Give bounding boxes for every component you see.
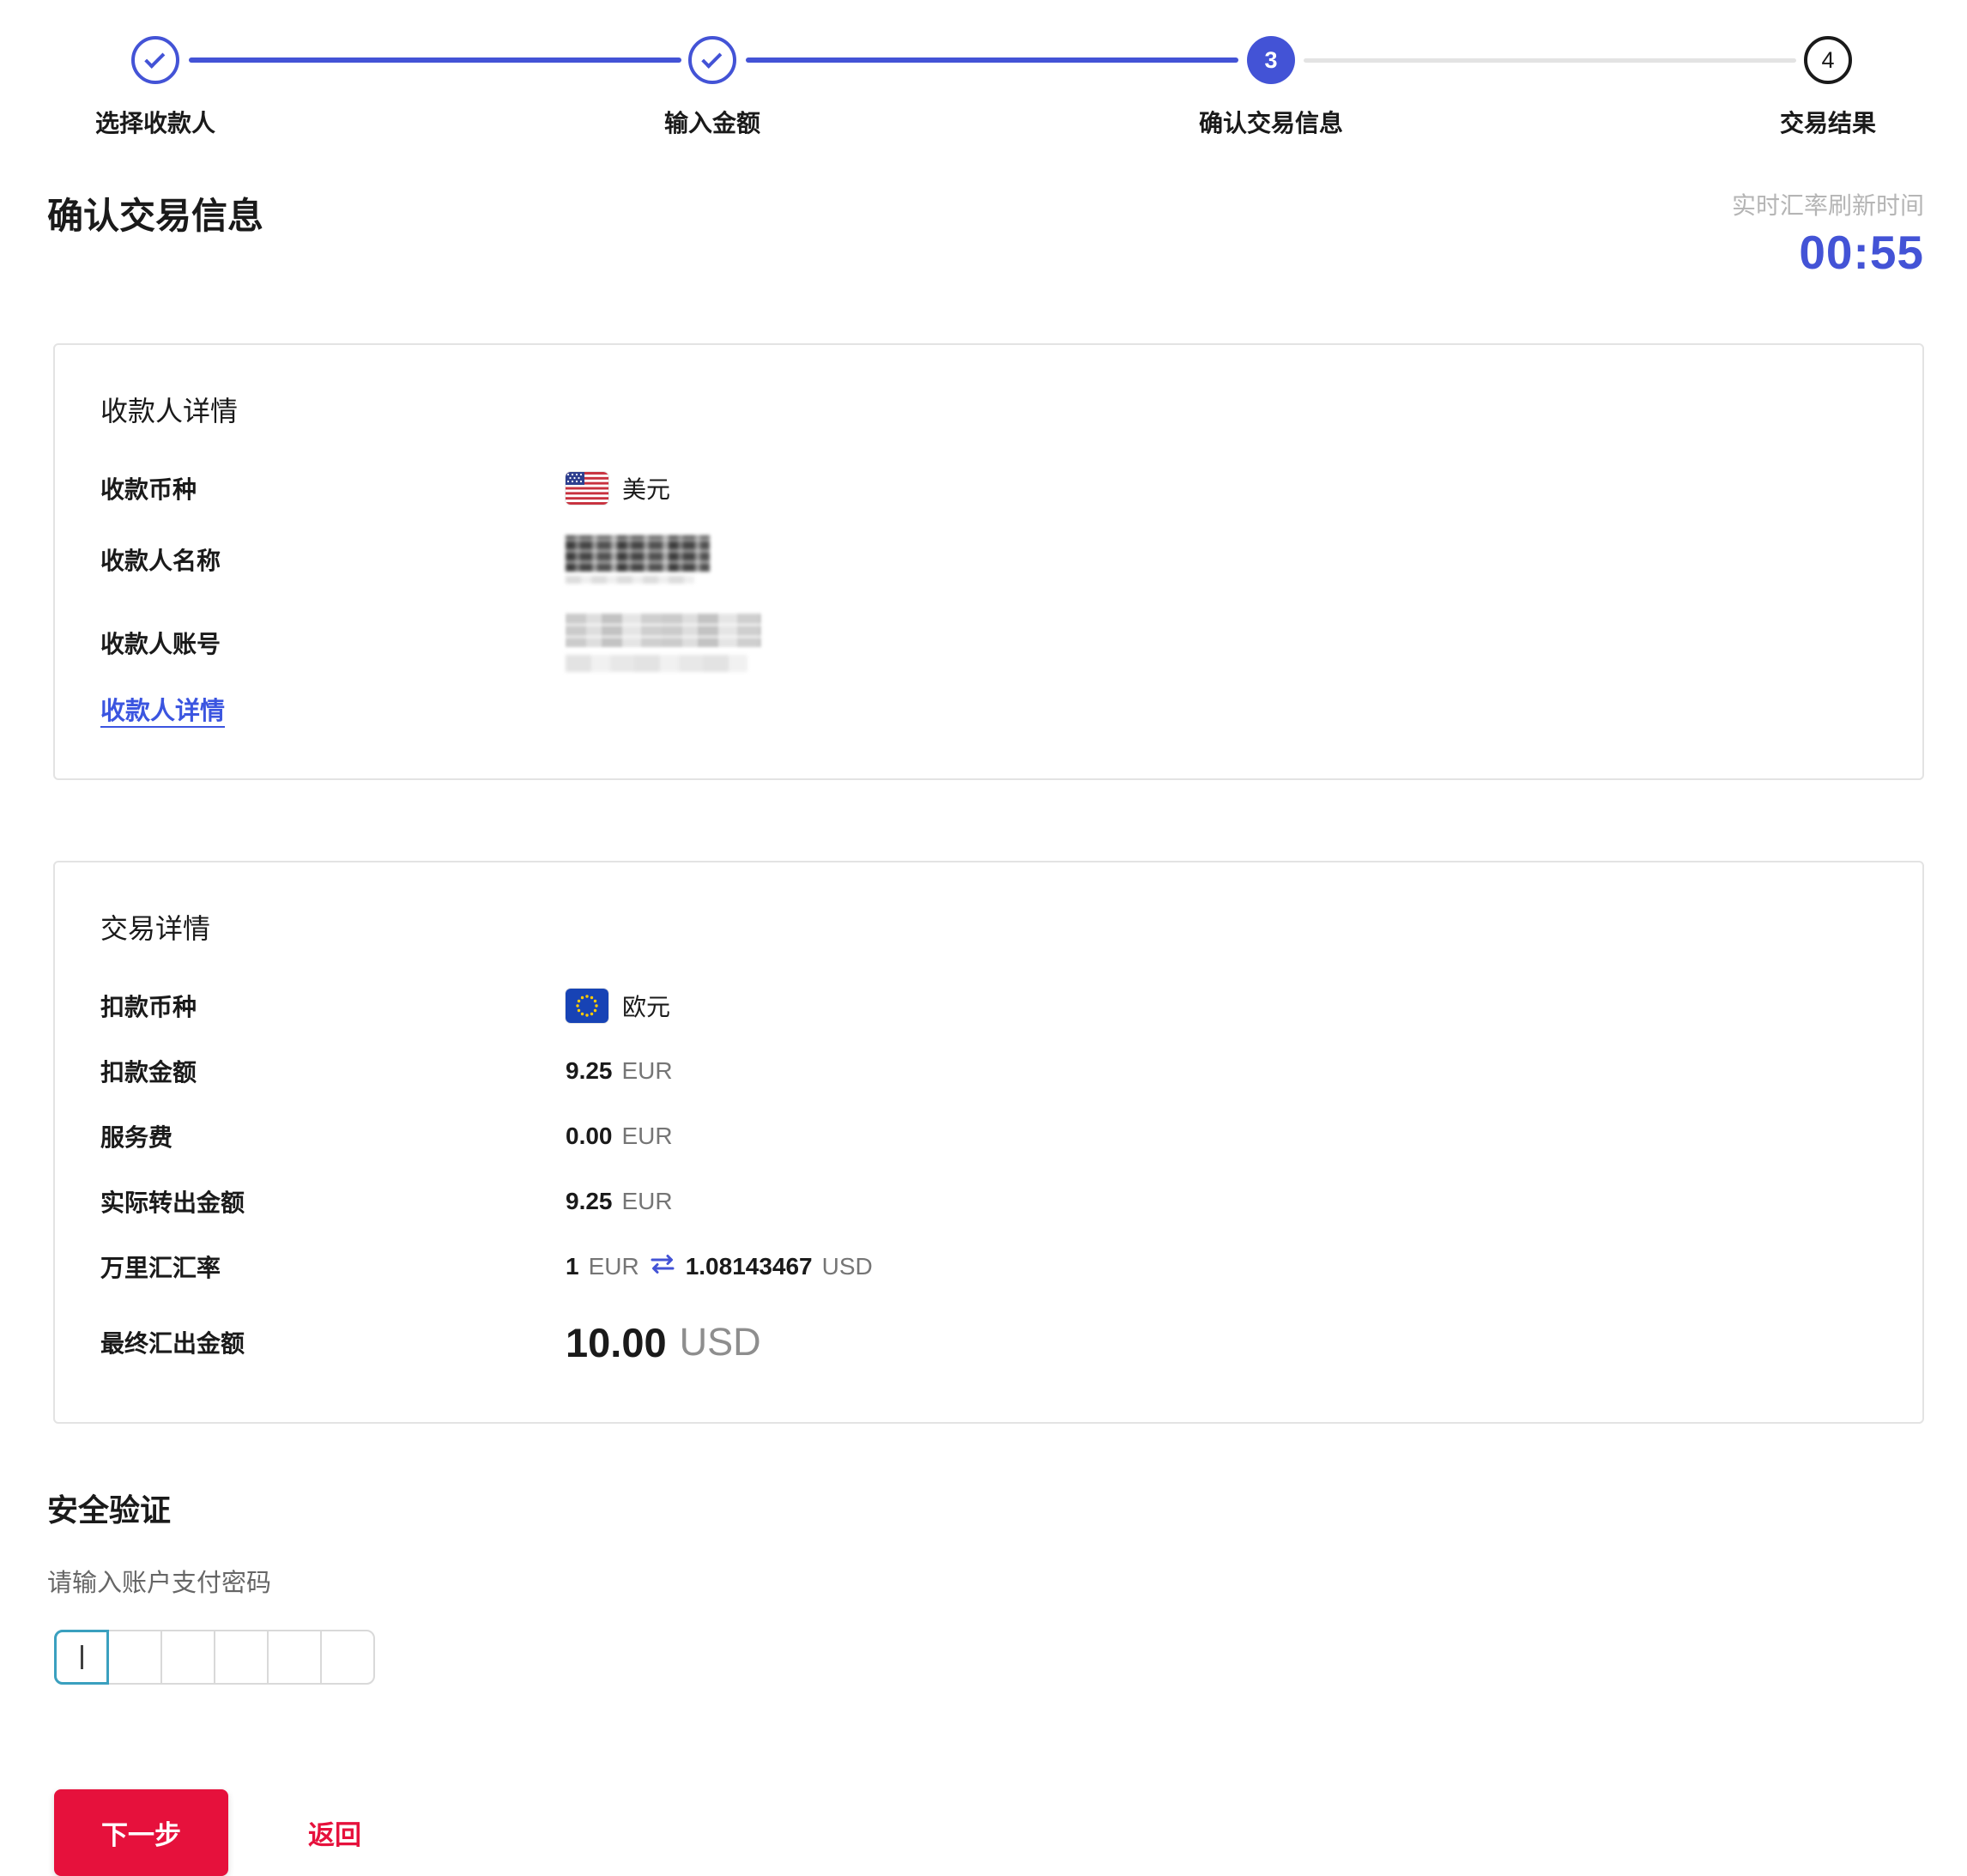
row-actual-transfer-amount: 实际转出金额 9.25 EUR: [100, 1183, 1877, 1219]
security-section-title: 安全验证: [47, 1486, 1967, 1530]
final-amount: 10.00: [566, 1319, 667, 1366]
deduct-amount: 9.25: [566, 1057, 613, 1085]
step-label: 确认交易信息: [1199, 105, 1343, 139]
rate-to-amount: 1.08143467: [686, 1253, 813, 1280]
row-payee-account: 收款人账号: [100, 613, 1877, 672]
card-title: 收款人详情: [100, 390, 1877, 429]
payment-password-input: [54, 1630, 375, 1685]
final-amount-currency: USD: [680, 1320, 761, 1365]
rate-from-amount: 1: [566, 1253, 579, 1280]
payee-name-redacted-sub: [566, 576, 694, 584]
row-label: 最终汇出金额: [100, 1325, 566, 1359]
back-button[interactable]: 返回: [308, 1813, 361, 1852]
payee-details-card: 收款人详情 收款币种: [53, 343, 1924, 780]
action-bar: 下一步 返回: [54, 1789, 1967, 1876]
row-label: 实际转出金额: [100, 1184, 566, 1219]
step-enter-amount: 输入金额: [541, 36, 884, 139]
step-result: 4 交易结果: [1656, 36, 1967, 139]
page-header: 确认交易信息 实时汇率刷新时间 00:55: [0, 144, 1967, 280]
pin-digit-4[interactable]: [215, 1631, 269, 1683]
row-receive-currency: 收款币种: [100, 470, 1877, 506]
deduct-currency-value: 欧元: [622, 989, 670, 1023]
step-label: 输入金额: [664, 105, 760, 139]
eu-flag-icon: [566, 989, 608, 1023]
row-payee-name: 收款人名称: [100, 536, 1877, 584]
step-pending-circle: 4: [1804, 36, 1852, 84]
timer-label: 实时汇率刷新时间: [1732, 187, 1924, 221]
step-select-payee: 选择收款人: [0, 36, 327, 139]
payee-account-redacted: [566, 613, 761, 647]
next-step-button[interactable]: 下一步: [54, 1789, 228, 1876]
row-label: 扣款金额: [100, 1054, 566, 1088]
service-fee-currency: EUR: [622, 1123, 673, 1150]
pin-digit-2[interactable]: [109, 1631, 162, 1683]
payee-account-redacted-sub: [566, 655, 747, 672]
actual-transfer-currency: EUR: [622, 1188, 673, 1215]
payment-password-hint: 请输入账户支付密码: [47, 1563, 1967, 1599]
transfer-confirmation-page: 选择收款人 输入金额 3 确认交易信息 4 交易结果 确认交易信息 实时汇率刷新…: [0, 0, 1967, 1814]
step-done-circle: [688, 36, 736, 84]
deduct-amount-currency: EUR: [622, 1057, 673, 1085]
rate-refresh-timer: 实时汇率刷新时间 00:55: [1732, 187, 1924, 280]
receive-currency-value: 美元: [622, 471, 670, 505]
row-deduct-amount: 扣款金额 9.25 EUR: [100, 1053, 1877, 1089]
card-title: 交易详情: [100, 907, 1877, 947]
check-icon: [144, 48, 165, 69]
service-fee-amount: 0.00: [566, 1123, 613, 1150]
stepper: 选择收款人 输入金额 3 确认交易信息 4 交易结果: [0, 0, 1967, 144]
pin-digit-3[interactable]: [162, 1631, 215, 1683]
step-confirm-info: 3 确认交易信息: [1099, 36, 1443, 139]
row-service-fee: 服务费 0.00 EUR: [100, 1118, 1877, 1154]
row-label: 收款人账号: [100, 626, 566, 660]
step-done-circle: [131, 36, 179, 84]
us-flag-icon: [566, 472, 608, 505]
step-current-circle: 3: [1247, 36, 1295, 84]
row-deduct-currency: 扣款币种 欧元: [100, 988, 1877, 1024]
row-label: 服务费: [100, 1119, 566, 1153]
step-label: 选择收款人: [95, 105, 215, 139]
step-label: 交易结果: [1780, 105, 1876, 139]
row-label: 万里汇汇率: [100, 1250, 566, 1284]
page-title: 确认交易信息: [47, 187, 263, 239]
rate-from-currency: EUR: [589, 1253, 639, 1280]
text-caret: [81, 1645, 83, 1669]
exchange-arrows-icon: [650, 1253, 675, 1281]
row-exchange-rate: 万里汇汇率 1 EUR 1.08143467 USD: [100, 1249, 1877, 1285]
pin-digit-6[interactable]: [322, 1631, 373, 1683]
timer-value: 00:55: [1732, 225, 1924, 280]
row-label: 扣款币种: [100, 989, 566, 1023]
check-icon: [701, 48, 722, 69]
row-label: 收款币种: [100, 471, 566, 505]
row-label: 收款人名称: [100, 542, 566, 577]
row-final-amount: 最终汇出金额 10.00 USD: [100, 1314, 1877, 1371]
pin-digit-1[interactable]: [56, 1631, 109, 1683]
payee-details-link[interactable]: 收款人详情: [100, 691, 225, 727]
actual-transfer-amount: 9.25: [566, 1188, 613, 1215]
rate-to-currency: USD: [822, 1253, 873, 1280]
pin-digit-5[interactable]: [269, 1631, 322, 1683]
payee-name-redacted: [566, 536, 710, 572]
transaction-details-card: 交易详情 扣款币种 欧元: [53, 861, 1924, 1424]
